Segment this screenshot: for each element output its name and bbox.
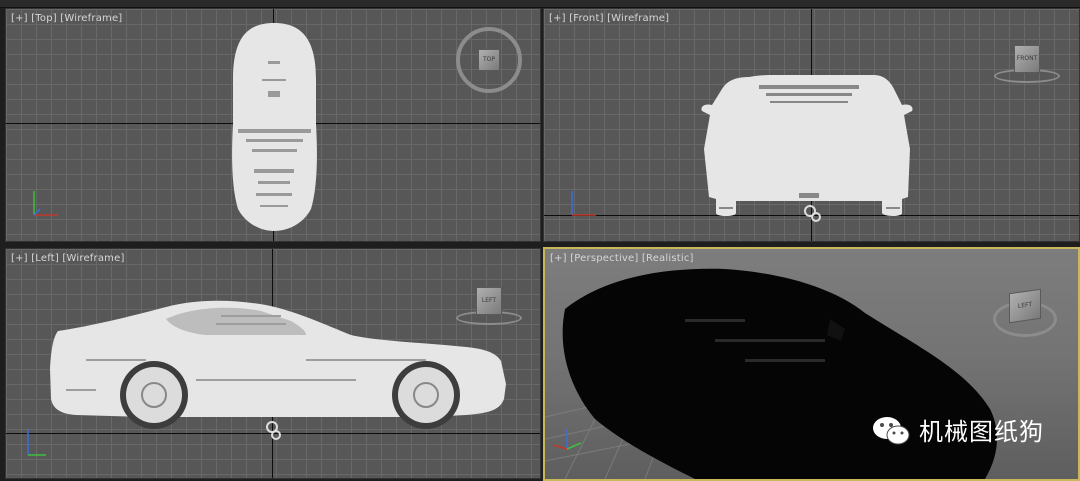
viewcube-perspective[interactable]: LEFT: [993, 283, 1059, 339]
axis-tripod-icon: [33, 191, 58, 216]
viewcube-face-front[interactable]: FRONT: [1014, 45, 1040, 73]
watermark-text: 机械图纸狗: [919, 418, 1044, 446]
viewcube-face-left[interactable]: LEFT: [476, 287, 502, 315]
wechat-icon: [873, 416, 910, 444]
viewport-top[interactable]: [+] [Top] [Wireframe] TOP: [5, 8, 541, 242]
viewcube-face-left[interactable]: LEFT: [1009, 288, 1041, 324]
viewport-front[interactable]: [+] [Front] [Wireframe] FRONT: [543, 8, 1080, 242]
viewport-left[interactable]: [+] [Left] [Wireframe] LEFT: [5, 248, 541, 479]
car-model-side-wireframe[interactable]: [6, 249, 540, 478]
axis-tripod-icon: [27, 429, 46, 456]
viewcube-face-top[interactable]: TOP: [478, 49, 500, 71]
viewcube-front[interactable]: FRONT: [994, 39, 1064, 85]
watermark: 机械图纸狗: [871, 412, 1044, 447]
viewcube-top[interactable]: TOP: [456, 27, 522, 93]
axis-tripod-icon: [552, 429, 582, 450]
viewport-perspective[interactable]: [+] [Perspective] [Realistic] LEFT 机械图纸狗: [543, 247, 1080, 481]
axis-tripod-icon: [571, 191, 596, 216]
viewcube-left[interactable]: LEFT: [456, 285, 526, 331]
top-menu-strip: [0, 0, 1080, 8]
